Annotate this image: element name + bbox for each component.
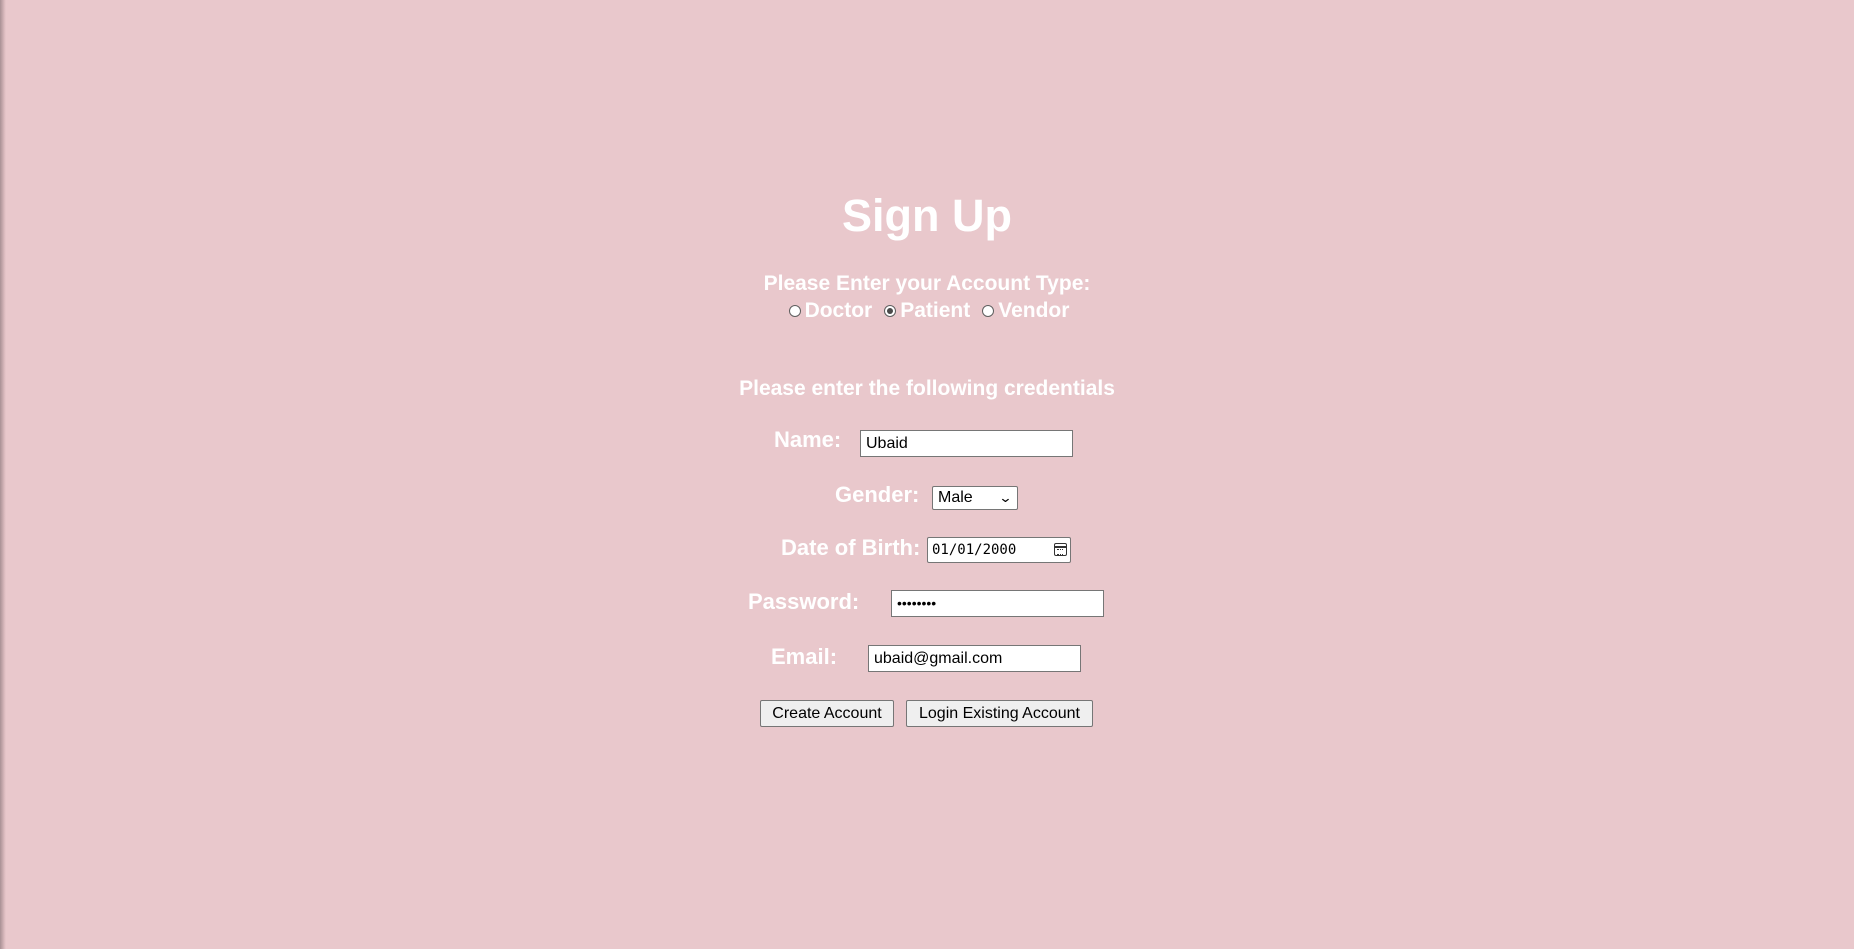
credentials-heading: Please enter the following credentials bbox=[739, 377, 1115, 400]
radio-label-patient: Patient bbox=[900, 299, 971, 322]
page-title: Sign Up bbox=[842, 190, 1012, 241]
create-account-button[interactable]: Create Account bbox=[760, 700, 894, 727]
gender-label: Gender: bbox=[835, 482, 920, 507]
radio-option-patient[interactable]: Patient bbox=[884, 299, 970, 323]
radio-option-vendor[interactable]: Vendor bbox=[982, 299, 1069, 323]
dob-input[interactable]: 01/01/2000 bbox=[927, 537, 1071, 563]
password-input[interactable]: •••••••• bbox=[891, 590, 1104, 617]
login-existing-account-button[interactable]: Login Existing Account bbox=[906, 700, 1093, 727]
account-type-radio-group: Doctor Patient Vendor bbox=[0, 298, 1854, 324]
name-label: Name: bbox=[774, 427, 842, 452]
name-input[interactable]: Ubaid bbox=[860, 430, 1073, 457]
email-input[interactable]: ubaid@gmail.com bbox=[868, 645, 1081, 672]
radio-option-doctor[interactable]: Doctor bbox=[788, 299, 873, 323]
dob-label: Date of Birth: bbox=[781, 535, 921, 560]
password-label: Password: bbox=[748, 589, 860, 614]
radio-label-doctor: Doctor bbox=[804, 299, 873, 322]
calendar-icon[interactable] bbox=[1054, 543, 1067, 556]
account-type-label: Please Enter your Account Type: bbox=[763, 272, 1091, 295]
radio-label-vendor: Vendor bbox=[998, 299, 1070, 322]
dob-value: 01/01/2000 bbox=[932, 542, 1017, 558]
radio-button-doctor[interactable] bbox=[788, 305, 801, 317]
window-edge-shadow bbox=[0, 0, 6, 949]
radio-button-vendor[interactable] bbox=[982, 305, 995, 317]
email-label: Email: bbox=[771, 644, 838, 669]
radio-button-patient[interactable] bbox=[884, 305, 897, 317]
gender-select[interactable]: Male ⌄ bbox=[932, 486, 1018, 510]
gender-selected-value: Male bbox=[938, 489, 973, 506]
chevron-down-icon: ⌄ bbox=[998, 490, 1013, 505]
